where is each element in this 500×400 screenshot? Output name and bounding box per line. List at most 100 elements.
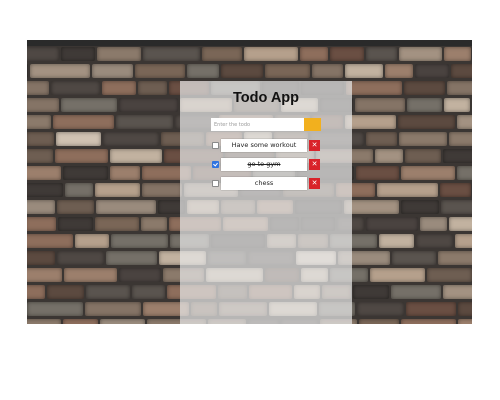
- stone-brick: [106, 251, 157, 265]
- stone-brick: [404, 81, 445, 95]
- stone-brick: [345, 64, 383, 78]
- todo-item: chess ✕: [211, 177, 321, 190]
- stone-brick: [27, 149, 53, 163]
- stone-brick: [407, 98, 442, 112]
- stone-brick: [95, 183, 140, 197]
- stone-brick: [457, 115, 472, 129]
- stone-brick: [379, 234, 414, 248]
- stone-brick: [392, 251, 436, 265]
- stone-brick: [300, 47, 328, 61]
- stone-brick: [406, 302, 456, 316]
- todo-checkbox[interactable]: [212, 161, 219, 168]
- stone-brick: [57, 251, 104, 265]
- todo-checkbox[interactable]: [212, 142, 219, 149]
- close-icon: ✕: [311, 141, 318, 149]
- stone-brick: [375, 149, 403, 163]
- stone-brick: [356, 166, 399, 180]
- stone-brick: [51, 81, 100, 95]
- stone-brick: [110, 149, 162, 163]
- stone-brick: [377, 183, 438, 197]
- stone-brick: [27, 200, 55, 214]
- stone-brick: [27, 285, 45, 299]
- stone-brick: [415, 64, 449, 78]
- app-title: Todo App: [232, 90, 300, 106]
- delete-todo-button[interactable]: ✕: [309, 159, 320, 170]
- stone-brick: [399, 47, 442, 61]
- stone-brick: [103, 132, 159, 146]
- stone-brick: [399, 132, 447, 146]
- stone-brick: [102, 81, 136, 95]
- stone-brick: [187, 64, 219, 78]
- stone-brick: [457, 166, 472, 180]
- add-todo-button[interactable]: [304, 118, 321, 131]
- stone-brick: [132, 285, 165, 299]
- stone-brick: [119, 268, 161, 282]
- stone-brick: [55, 149, 108, 163]
- stone-brick: [143, 47, 200, 61]
- todo-checkbox[interactable]: [212, 180, 219, 187]
- stone-brick: [27, 234, 73, 248]
- stone-brick: [405, 149, 441, 163]
- todo-text: Have some workout: [221, 139, 307, 152]
- stone-brick: [443, 149, 472, 163]
- stone-brick: [438, 251, 472, 265]
- stone-brick: [221, 64, 263, 78]
- stone-brick: [63, 319, 98, 324]
- stone-brick: [345, 115, 396, 129]
- stone-brick: [61, 98, 117, 112]
- stone-brick: [441, 200, 472, 214]
- stone-brick: [357, 302, 404, 316]
- stone-brick: [85, 302, 141, 316]
- stone-brick: [312, 64, 343, 78]
- stone-brick: [353, 285, 389, 299]
- delete-todo-button[interactable]: ✕: [309, 178, 320, 189]
- todo-panel: Todo App Have some workout ✕ go to gym ✕…: [180, 81, 352, 324]
- stone-brick: [401, 166, 455, 180]
- stone-brick: [47, 285, 84, 299]
- stone-brick: [355, 98, 405, 112]
- stone-brick: [27, 115, 51, 129]
- stone-brick: [141, 217, 167, 231]
- stone-brick: [398, 115, 455, 129]
- stone-brick: [401, 319, 456, 324]
- stone-brick: [385, 64, 413, 78]
- stone-brick: [440, 183, 471, 197]
- stone-brick: [443, 285, 472, 299]
- stone-brick: [100, 319, 145, 324]
- stone-brick: [27, 251, 55, 265]
- stone-brick: [449, 132, 472, 146]
- todo-item: go to gym ✕: [211, 158, 321, 171]
- stone-brick: [63, 166, 108, 180]
- stone-brick: [111, 234, 168, 248]
- stone-brick: [391, 285, 441, 299]
- todo-text: go to gym: [221, 158, 307, 171]
- stone-brick: [344, 200, 399, 214]
- stone-brick: [27, 81, 49, 95]
- stone-brick: [92, 64, 133, 78]
- stone-brick: [27, 132, 54, 146]
- stone-brick: [27, 183, 63, 197]
- stone-brick: [346, 81, 402, 95]
- stone-brick: [366, 217, 418, 231]
- stone-brick: [58, 217, 93, 231]
- stone-brick: [64, 268, 117, 282]
- stone-brick: [30, 64, 90, 78]
- stone-brick: [96, 200, 156, 214]
- stone-brick: [53, 115, 114, 129]
- delete-todo-button[interactable]: ✕: [309, 140, 320, 151]
- stone-brick: [95, 217, 139, 231]
- stone-brick: [75, 234, 109, 248]
- stone-brick: [57, 200, 94, 214]
- stone-brick: [420, 217, 447, 231]
- stone-brick: [401, 200, 439, 214]
- stone-brick: [27, 64, 28, 78]
- stone-brick: [27, 98, 59, 112]
- todo-input[interactable]: [211, 118, 304, 131]
- stone-brick: [455, 234, 472, 248]
- stone-brick: [370, 268, 425, 282]
- stone-brick: [138, 81, 167, 95]
- stone-brick: [447, 81, 472, 95]
- stone-brick: [116, 115, 173, 129]
- stone-brick: [27, 268, 62, 282]
- app-viewport: Todo App Have some workout ✕ go to gym ✕…: [27, 40, 472, 324]
